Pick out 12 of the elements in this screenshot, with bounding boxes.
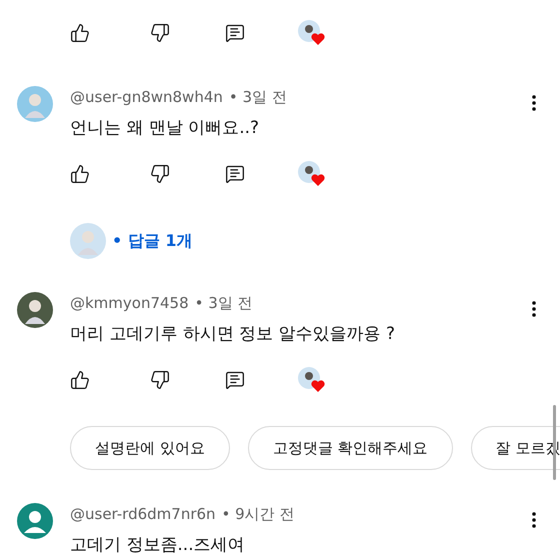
comment-time: • 3일 전	[194, 294, 253, 312]
suggestion-chip[interactable]: 고정댓글 확인해주세요	[248, 426, 453, 470]
comment-text: 언니는 왜 맨날 이뻐요..?	[70, 117, 260, 140]
comment-text: 머리 고데기루 하시면 정보 알수있을까용 ?	[70, 323, 396, 346]
comment-author[interactable]: @user-gn8wn8wh4n	[70, 88, 223, 106]
replies-link[interactable]: • 답글 1개	[112, 230, 192, 252]
comment-text: 고데기 정보좀...즈세여	[70, 534, 246, 557]
comment-time: • 9시간 전	[222, 504, 294, 524]
comment-time: • 3일 전	[228, 88, 287, 106]
comment-author[interactable]: @kmmyon7458	[70, 294, 189, 312]
comment-author[interactable]: @user-rd6dm7nr6n	[70, 505, 216, 523]
suggestion-chip[interactable]: 설명란에 있어요	[70, 426, 230, 470]
